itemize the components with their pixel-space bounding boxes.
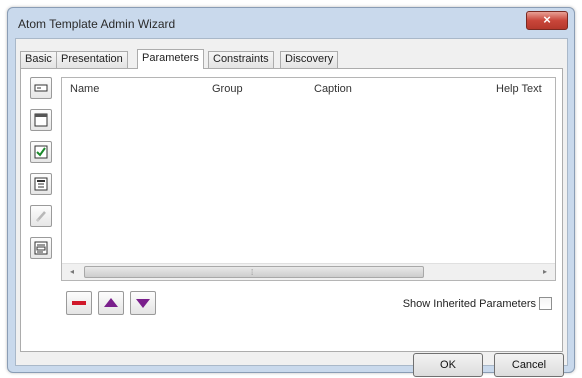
parameters-panel: Name Group Caption Help Text ◂ ⁞ ▸ Show … [20, 68, 563, 352]
remove-parameter-button[interactable] [66, 291, 92, 315]
checkbox-icon [34, 145, 48, 159]
tab-presentation[interactable]: Presentation [56, 51, 128, 68]
parameters-grid[interactable]: Name Group Caption Help Text ◂ ⁞ ▸ [61, 77, 556, 281]
column-header-caption[interactable]: Caption [314, 83, 352, 95]
title-bar[interactable]: Atom Template Admin Wizard × [8, 8, 574, 38]
grid-header: Name Group Caption Help Text [62, 78, 555, 98]
close-button[interactable]: × [526, 11, 568, 30]
add-textbox-button[interactable] [30, 77, 52, 99]
grip-icon: ⁞ [251, 268, 254, 277]
form-icon [34, 241, 48, 255]
column-header-name[interactable]: Name [70, 83, 99, 95]
scroll-left-arrow[interactable]: ◂ [66, 266, 78, 278]
scroll-thumb[interactable]: ⁞ [84, 266, 424, 278]
ok-button[interactable]: OK [413, 353, 483, 377]
move-up-button[interactable] [98, 291, 124, 315]
tab-parameters[interactable]: Parameters [137, 49, 204, 69]
show-inherited-toggle[interactable]: Show Inherited Parameters [372, 297, 552, 313]
add-custom-button[interactable] [30, 205, 52, 227]
window-title: Atom Template Admin Wizard [18, 17, 176, 31]
cancel-button[interactable]: Cancel [494, 353, 564, 377]
arrow-up-icon [104, 298, 118, 307]
minus-icon [72, 301, 86, 305]
scroll-right-arrow[interactable]: ▸ [539, 266, 551, 278]
add-window-button[interactable] [30, 109, 52, 131]
pen-icon [36, 211, 46, 222]
window-icon [34, 113, 48, 127]
move-down-button[interactable] [130, 291, 156, 315]
wizard-window: Atom Template Admin Wizard × Basic Prese… [7, 7, 575, 377]
arrow-down-icon [136, 299, 150, 308]
add-form-button[interactable] [30, 237, 52, 259]
tab-constraints[interactable]: Constraints [208, 51, 274, 68]
tab-basic[interactable]: Basic [20, 51, 57, 68]
show-inherited-checkbox[interactable] [539, 297, 552, 310]
tab-discovery[interactable]: Discovery [280, 51, 339, 68]
horizontal-scrollbar[interactable]: ◂ ⁞ ▸ [62, 263, 555, 280]
add-listbox-button[interactable] [30, 173, 52, 195]
column-header-help-text[interactable]: Help Text [496, 83, 542, 95]
column-header-group[interactable]: Group [212, 83, 243, 95]
listbox-icon [34, 177, 48, 191]
add-checkbox-button[interactable] [30, 141, 52, 163]
dialog-body: Basic Presentation Parameters Constraint… [15, 38, 568, 377]
show-inherited-label: Show Inherited Parameters [402, 298, 536, 310]
textbox-icon [34, 84, 48, 92]
